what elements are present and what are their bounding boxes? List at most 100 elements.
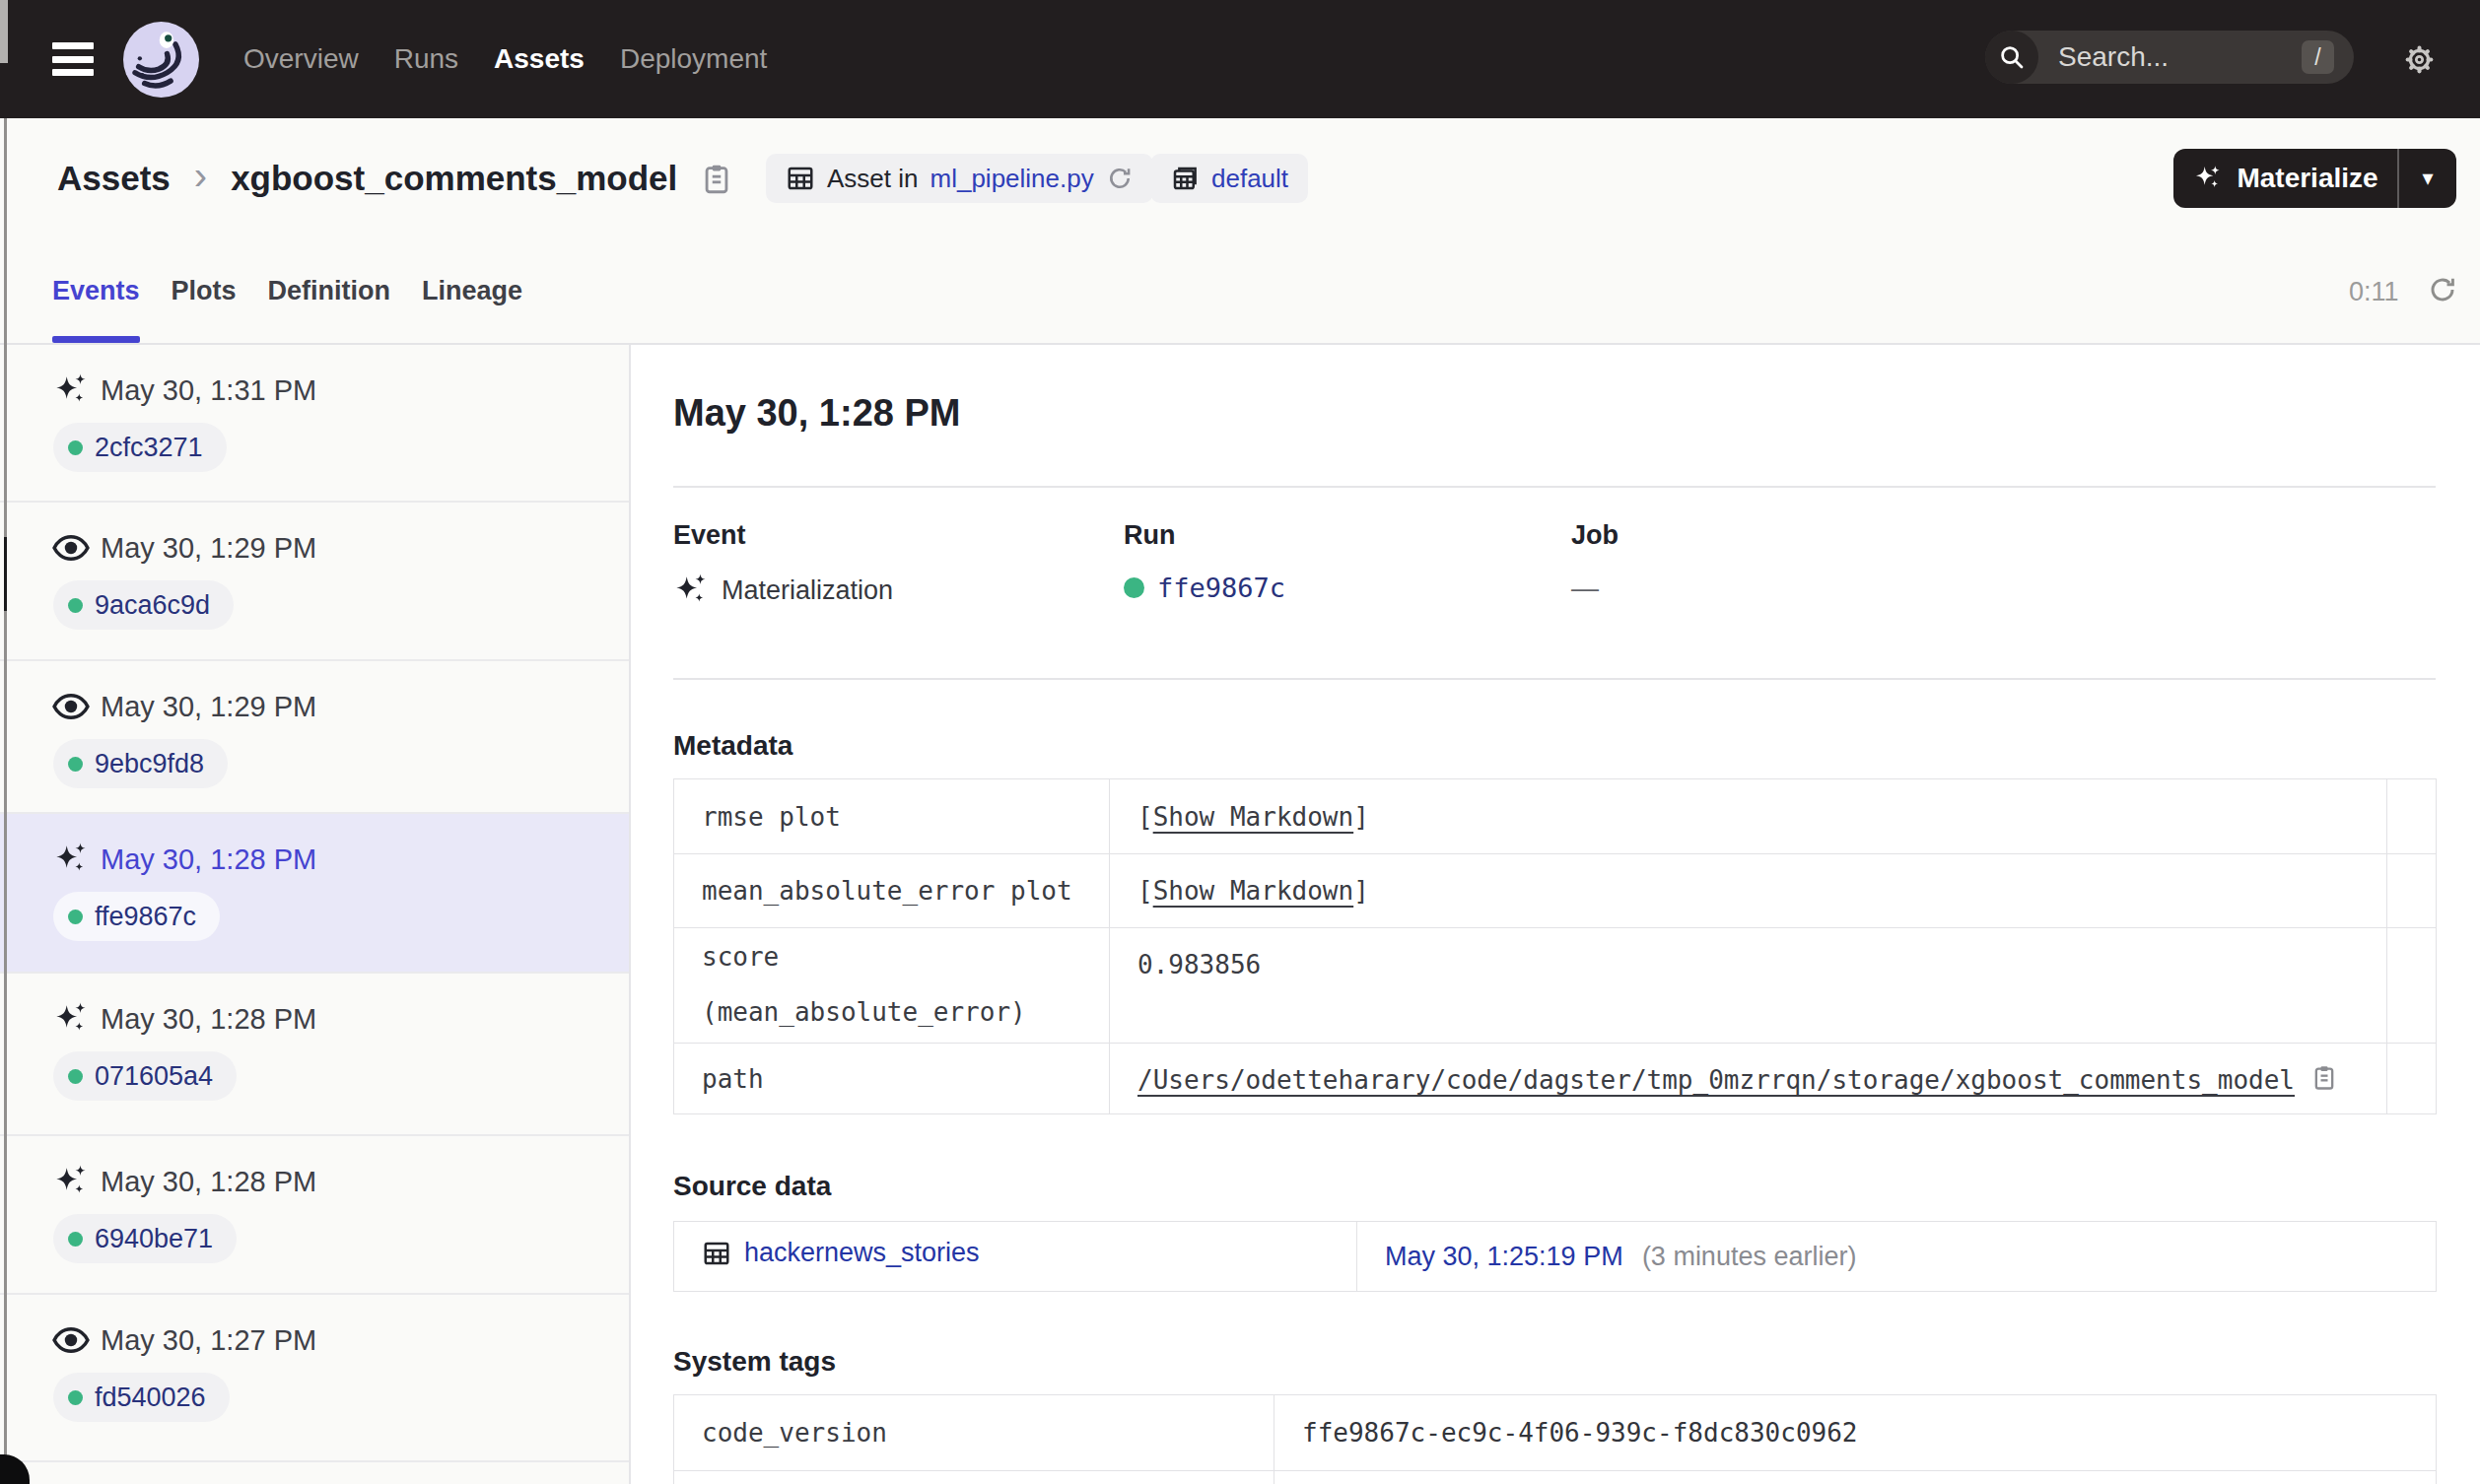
- show-markdown-link[interactable]: Show Markdown: [1153, 802, 1354, 832]
- table-row: rmse plot [Show Markdown]: [674, 779, 2437, 854]
- event-list-item[interactable]: May 30, 1:29 PM 9aca6c9d: [0, 503, 629, 661]
- table-row: code_version ffe9867c-ec9c-4f06-939c-f8d…: [674, 1395, 2437, 1471]
- copy-asset-name-icon[interactable]: [700, 162, 733, 197]
- search-placeholder: Search...: [2058, 41, 2302, 73]
- metadata-value: 0.983856: [1110, 928, 2387, 1044]
- materialization-sparkle-icon: [670, 570, 711, 610]
- sparkle-icon: [2192, 163, 2224, 194]
- source-relative-time: (3 minutes earlier): [1642, 1242, 1857, 1271]
- metadata-table: rmse plot [Show Markdown] mean_absolute_…: [673, 778, 2437, 1114]
- run-tag[interactable]: 9ebc9fd8: [53, 739, 228, 788]
- system-tag-key: [674, 1471, 1274, 1484]
- event-list-item-selected[interactable]: May 30, 1:28 PM ffe9867c: [0, 814, 629, 974]
- run-tag[interactable]: fd540026: [53, 1373, 230, 1422]
- window-edge-artifact: [4, 118, 7, 1458]
- event-list-item[interactable]: May 30, 1:29 PM 9ebc9fd8: [0, 661, 629, 814]
- breadcrumb-separator: ›: [194, 154, 207, 198]
- metadata-value: [Show Markdown]: [1110, 779, 2387, 854]
- run-tag[interactable]: 6940be71: [53, 1214, 237, 1263]
- reload-icon[interactable]: [1106, 165, 1134, 192]
- materialization-sparkle-icon: [54, 843, 88, 876]
- event-type: Materialization: [722, 575, 893, 606]
- job-value: —: [1571, 573, 1599, 604]
- hamburger-menu-icon[interactable]: [52, 42, 94, 76]
- table-row: mean_absolute_error plot [Show Markdown]: [674, 854, 2437, 928]
- source-timestamp-link[interactable]: May 30, 1:25:19 PM: [1385, 1242, 1623, 1271]
- system-tag-value: [1274, 1471, 2437, 1484]
- copy-path-icon[interactable]: [2310, 1063, 2338, 1093]
- nav-assets[interactable]: Assets: [494, 43, 585, 75]
- system-tags-table: code_version ffe9867c-ec9c-4f06-939c-f8d…: [673, 1394, 2437, 1484]
- metadata-action-cell: [2387, 1044, 2437, 1114]
- tab-definition[interactable]: Definition: [268, 238, 390, 343]
- top-nav-bar: Overview Runs Assets Deployment Search..…: [0, 0, 2480, 118]
- refresh-timer: 0:11: [2349, 238, 2399, 345]
- event-title: May 30, 1:28 PM: [673, 392, 960, 435]
- job-column: Job —: [1571, 520, 1619, 604]
- event-list-item[interactable]: May 30, 1:28 PM 071605a4: [0, 974, 629, 1136]
- event-time: May 30, 1:29 PM: [101, 691, 316, 723]
- metadata-key: score (mean_absolute_error): [674, 928, 1110, 1044]
- run-status-dot: [1124, 577, 1144, 598]
- event-time: May 30, 1:28 PM: [101, 1003, 316, 1036]
- materialize-dropdown-caret[interactable]: ▾: [2399, 166, 2456, 191]
- breadcrumb: Assets › xgboost_comments_model: [57, 118, 677, 238]
- run-status-dot: [68, 910, 83, 924]
- repo-link[interactable]: default: [1211, 164, 1288, 194]
- event-list-item[interactable]: May 30, 1:31 PM 2cfc3271: [0, 345, 629, 503]
- run-status-dot: [68, 598, 83, 613]
- source-time-cell: May 30, 1:25:19 PM (3 minutes earlier): [1357, 1222, 2437, 1292]
- system-tag-value: ffe9867c-ec9c-4f06-939c-f8dc830c0962: [1274, 1395, 2437, 1471]
- run-link[interactable]: ffe9867c: [1157, 573, 1285, 603]
- run-status-dot: [68, 757, 83, 772]
- asset-in-label: Asset in: [827, 164, 919, 194]
- run-tag[interactable]: 2cfc3271: [53, 423, 227, 472]
- materialize-button[interactable]: Materialize ▾: [2173, 149, 2456, 208]
- metadata-key: mean_absolute_error plot: [674, 854, 1110, 928]
- gear-icon[interactable]: [2403, 43, 2436, 76]
- nav-deployment[interactable]: Deployment: [620, 43, 767, 75]
- search-input[interactable]: Search... /: [1985, 31, 2354, 84]
- table-row: hackernews_stories May 30, 1:25:19 PM (3…: [674, 1222, 2437, 1292]
- dagster-logo[interactable]: [123, 22, 199, 98]
- event-time: May 30, 1:31 PM: [101, 374, 316, 407]
- metadata-key: rmse plot: [674, 779, 1110, 854]
- refresh-icon[interactable]: [2427, 274, 2458, 305]
- show-markdown-link[interactable]: Show Markdown: [1153, 876, 1354, 906]
- event-list: May 30, 1:31 PM 2cfc3271 May 30, 1:29 PM…: [0, 345, 631, 1484]
- repo-grid-icon: [1170, 164, 1200, 193]
- run-tag[interactable]: 9aca6c9d: [53, 580, 234, 630]
- asset-group-tag[interactable]: Asset in ml_pipeline.py: [766, 154, 1153, 203]
- asset-name: xgboost_comments_model: [231, 159, 677, 198]
- event-time: May 30, 1:27 PM: [101, 1324, 316, 1357]
- nav-overview[interactable]: Overview: [243, 43, 359, 75]
- source-asset-cell: hackernews_stories: [674, 1222, 1357, 1292]
- run-status-dot: [68, 440, 83, 455]
- tabs-row: Events Plots Definition Lineage 0:11: [0, 238, 2480, 345]
- materialization-sparkle-icon: [54, 1002, 88, 1036]
- path-link[interactable]: /Users/odetteharary/code/dagster/tmp_0mz…: [1137, 1065, 2295, 1095]
- asset-file-link[interactable]: ml_pipeline.py: [930, 164, 1094, 194]
- metadata-value: /Users/odetteharary/code/dagster/tmp_0mz…: [1110, 1044, 2387, 1114]
- metadata-action-cell: [2387, 854, 2437, 928]
- source-data-table: hackernews_stories May 30, 1:25:19 PM (3…: [673, 1221, 2437, 1292]
- source-asset-link[interactable]: hackernews_stories: [744, 1238, 980, 1268]
- table-row: [674, 1471, 2437, 1484]
- tab-plots[interactable]: Plots: [172, 238, 237, 343]
- system-tags-heading: System tags: [673, 1346, 836, 1378]
- metadata-key: path: [674, 1044, 1110, 1114]
- search-shortcut-badge: /: [2302, 40, 2334, 74]
- run-tag[interactable]: ffe9867c: [53, 892, 220, 941]
- nav-runs[interactable]: Runs: [394, 43, 458, 75]
- tab-events[interactable]: Events: [52, 238, 140, 343]
- metadata-heading: Metadata: [673, 730, 792, 762]
- run-tag[interactable]: 071605a4: [53, 1051, 237, 1101]
- event-list-item[interactable]: May 30, 1:27 PM fd540026: [0, 1295, 629, 1462]
- event-list-item[interactable]: May 30, 1:28 PM 6940be71: [0, 1136, 629, 1295]
- metadata-value: [Show Markdown]: [1110, 854, 2387, 928]
- tab-lineage[interactable]: Lineage: [422, 238, 522, 343]
- table-grid-icon: [786, 164, 815, 193]
- repo-tag[interactable]: default: [1150, 154, 1308, 203]
- breadcrumb-assets-link[interactable]: Assets: [57, 159, 171, 198]
- event-detail-pane: May 30, 1:28 PM Event Materialization Ru…: [631, 345, 2480, 1484]
